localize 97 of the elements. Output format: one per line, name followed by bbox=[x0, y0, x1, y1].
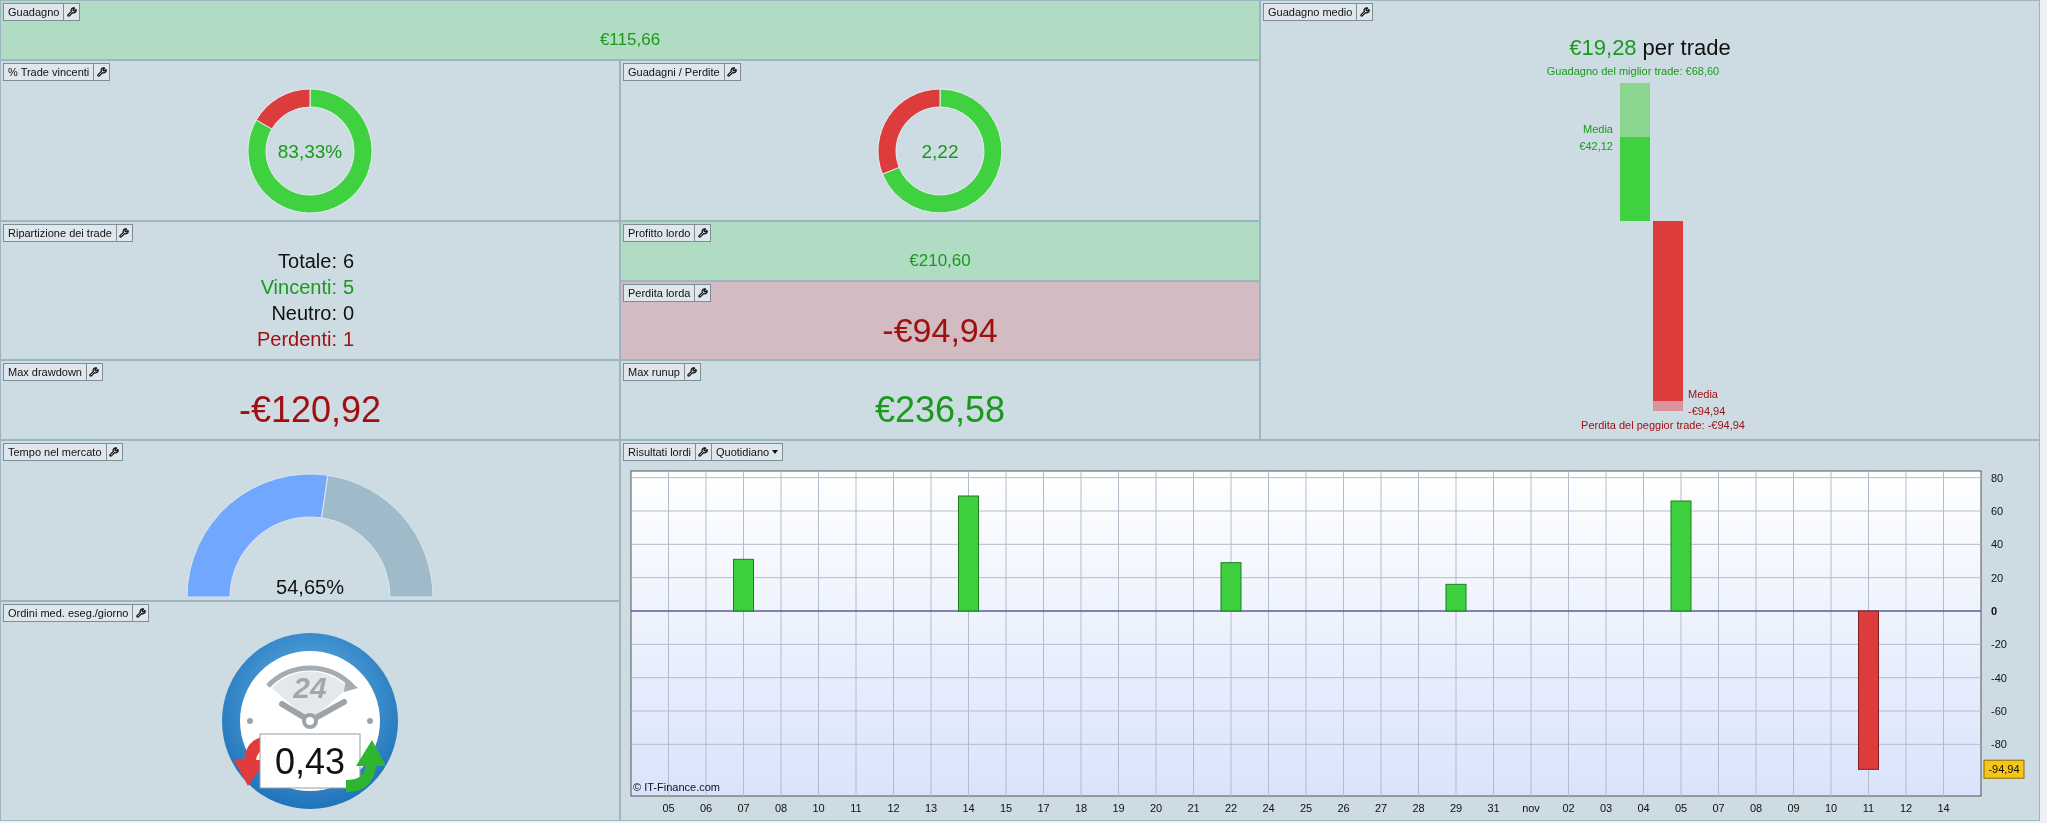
panel-title: Tempo nel mercato bbox=[3, 443, 107, 461]
annotation: -94,94 bbox=[1988, 763, 2020, 776]
y-tick-label: 20 bbox=[1991, 571, 2004, 584]
x-tick-label: 06 bbox=[699, 802, 713, 814]
average-amount: -€94,94 bbox=[1688, 405, 1726, 417]
profit-bar bbox=[1445, 583, 1467, 612]
x-tick-label: 10 bbox=[1824, 802, 1838, 814]
x-tick-label: 21 bbox=[1187, 802, 1200, 814]
y-tick-label: -40 bbox=[1991, 671, 2007, 684]
period-dropdown[interactable]: Quotidiano bbox=[711, 443, 784, 461]
x-tick-label: 27 bbox=[1374, 802, 1388, 814]
x-tick-label: 14 bbox=[1937, 802, 1950, 814]
stat-value: -€94,94 bbox=[882, 311, 998, 350]
x-tick-label: 25 bbox=[1299, 802, 1313, 814]
x-tick-label: 26 bbox=[1337, 802, 1350, 814]
breakdown-label: Totale: bbox=[278, 250, 337, 273]
y-tick-label: 0 bbox=[1991, 605, 1998, 617]
wrench-button[interactable] bbox=[94, 63, 111, 81]
panel-title: Risultati lordi bbox=[623, 443, 696, 461]
x-tick-label: 03 bbox=[1599, 802, 1613, 814]
wrench-button[interactable] bbox=[695, 224, 712, 242]
x-tick-label: 29 bbox=[1449, 802, 1463, 814]
stat-value: €236,58 bbox=[874, 389, 1006, 431]
average-unit: per trade bbox=[1642, 35, 1731, 61]
average-label: Media bbox=[1583, 123, 1613, 135]
orders-value: 0,43 bbox=[259, 733, 361, 789]
x-tick-label: 24 bbox=[1262, 802, 1275, 814]
x-tick-label: 11 bbox=[1862, 802, 1875, 814]
x-tick-label: 09 bbox=[1787, 802, 1800, 814]
profit-bar bbox=[733, 558, 754, 612]
y-tick-label: -60 bbox=[1991, 705, 2007, 717]
y-tick-label: 80 bbox=[1991, 471, 2004, 484]
panel-title: Ordini med. eseg./giorno bbox=[3, 604, 134, 622]
average-amount: €42,12 bbox=[1579, 140, 1613, 152]
stat-value: €210,60 bbox=[909, 251, 971, 271]
x-tick-label: 05 bbox=[662, 802, 675, 814]
x-tick-label: 17 bbox=[1037, 802, 1050, 814]
chart-credit: © IT-Finance.com bbox=[633, 781, 720, 793]
x-tick-label: 28 bbox=[1412, 802, 1425, 814]
panel-title: Profitto lordo bbox=[623, 224, 696, 242]
breakdown-label: Perdenti: bbox=[256, 328, 337, 351]
panel-title: Guadagno bbox=[3, 3, 65, 21]
donut-value: 2,22 bbox=[921, 140, 959, 162]
breakdown-value: 5 bbox=[343, 276, 355, 299]
x-tick-label: 12 bbox=[887, 802, 900, 814]
clock-label: 24 bbox=[293, 671, 327, 704]
stat-value: -€120,92 bbox=[238, 389, 382, 431]
panel-title: Max runup bbox=[623, 363, 685, 381]
x-tick-label: 07 bbox=[737, 802, 750, 814]
x-tick-label: 10 bbox=[812, 802, 825, 814]
panel-title: Guadagni / Perdite bbox=[623, 63, 725, 81]
breakdown-value: 1 bbox=[343, 328, 355, 351]
wrench-button[interactable] bbox=[133, 604, 150, 622]
x-tick-label: 07 bbox=[1712, 802, 1725, 814]
panel-title: % Trade vincenti bbox=[3, 63, 95, 81]
x-tick-label: 02 bbox=[1562, 802, 1575, 814]
wrench-button[interactable] bbox=[695, 284, 712, 302]
breakdown-value: 0 bbox=[343, 302, 355, 325]
profit-bar bbox=[1220, 562, 1242, 612]
y-tick-label: 60 bbox=[1991, 505, 2004, 517]
up-arrow-icon bbox=[346, 740, 386, 792]
x-tick-label: 18 bbox=[1074, 802, 1088, 814]
worst-trade-label: Perdita del peggior trade: -€94,94 bbox=[1581, 419, 1745, 431]
x-tick-label: 31 bbox=[1487, 802, 1500, 814]
x-tick-label: 15 bbox=[999, 802, 1013, 814]
panel-title: Guadagno medio bbox=[1263, 3, 1358, 21]
wrench-button[interactable] bbox=[1357, 3, 1374, 21]
x-tick-label: 22 bbox=[1224, 802, 1238, 814]
breakdown-label: Vincenti: bbox=[260, 276, 337, 299]
y-tick-label: 40 bbox=[1991, 538, 2004, 551]
y-tick-label: -20 bbox=[1991, 638, 2007, 651]
x-tick-label: 19 bbox=[1112, 802, 1125, 814]
breakdown-value: 6 bbox=[343, 250, 355, 273]
x-tick-label: 14 bbox=[962, 802, 975, 814]
panel-title: Perdita lorda bbox=[623, 284, 696, 302]
x-tick-label: 13 bbox=[924, 802, 938, 814]
value-marker: -94,94 bbox=[1983, 759, 2025, 779]
average-label: Media bbox=[1688, 388, 1718, 400]
x-tick-label: 11 bbox=[850, 802, 862, 814]
x-tick-label: nov bbox=[1522, 802, 1540, 814]
loss-slice bbox=[255, 88, 311, 129]
panel-title: Ripartizione dei trade bbox=[3, 224, 117, 242]
panel-title: Max drawdown bbox=[3, 363, 87, 381]
gauge-value: 54,65% bbox=[276, 576, 344, 598]
donut-value: 83,33% bbox=[277, 140, 343, 162]
average-value: €19,28 bbox=[1569, 35, 1637, 61]
best-trade-label: Guadagno del miglior trade: €68,60 bbox=[1546, 65, 1720, 77]
x-tick-label: 20 bbox=[1149, 802, 1163, 814]
x-tick-label: 05 bbox=[1674, 802, 1688, 814]
x-tick-label: 12 bbox=[1899, 802, 1913, 814]
breakdown-label: Neutro: bbox=[271, 302, 337, 325]
x-tick-label: 08 bbox=[774, 802, 788, 814]
y-tick-label: -80 bbox=[1991, 738, 2007, 751]
wrench-button[interactable] bbox=[64, 3, 81, 21]
x-tick-label: 04 bbox=[1637, 802, 1650, 814]
x-tick-label: 08 bbox=[1749, 802, 1763, 814]
stat-value: €115,66 bbox=[599, 30, 661, 50]
